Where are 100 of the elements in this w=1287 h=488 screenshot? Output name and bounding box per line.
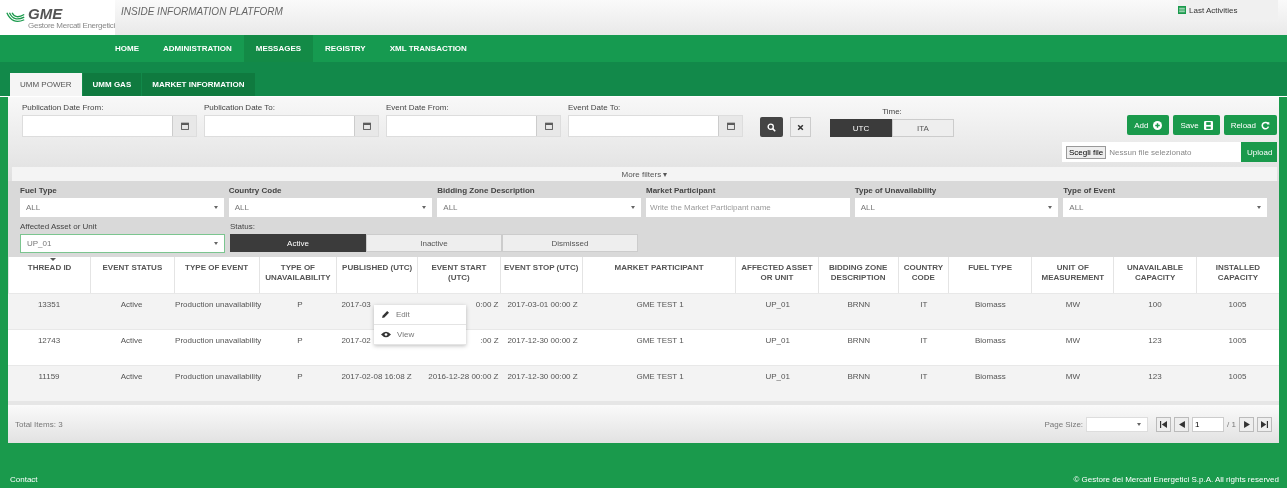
table-cell: GME TEST 1 (636, 336, 684, 345)
select-field[interactable]: ALL (228, 198, 433, 217)
column-header[interactable]: FUEL TYPE (968, 263, 1012, 273)
column-header[interactable]: UNIT OF MEASUREMENT (1034, 263, 1112, 283)
nav-item[interactable]: MESSAGES (243, 35, 314, 62)
action-button[interactable]: Save (1173, 115, 1220, 135)
last-page-button[interactable] (1257, 416, 1272, 432)
column-header[interactable]: TYPE OF EVENT (185, 263, 249, 273)
table-cell: 1005 (1228, 372, 1247, 381)
select-field[interactable]: UP_01 (20, 234, 225, 253)
date-field[interactable] (568, 115, 743, 137)
table-cell: P (297, 372, 303, 381)
caret-icon (422, 206, 427, 209)
previous-page-button[interactable] (1174, 416, 1190, 432)
table-cell: 2017-02-08 16:08 Z (341, 372, 412, 381)
table-cell: Active (120, 300, 143, 309)
last-page-icon (1261, 420, 1268, 428)
action-button[interactable]: Reload (1223, 115, 1277, 135)
status-option[interactable]: Dismissed (502, 234, 638, 252)
column-header[interactable]: THREAD ID (27, 263, 72, 273)
table-cell: IT (920, 300, 928, 309)
table-cell: GME TEST 1 (636, 300, 684, 309)
field-label: Affected Asset or Unit (20, 222, 98, 231)
column-header[interactable]: BIDDING ZONE DESCRIPTION (820, 263, 896, 283)
page-number-field[interactable]: 1 (1192, 416, 1225, 432)
table-cell: Active (120, 336, 143, 345)
status-option[interactable]: Active (230, 234, 366, 252)
choose-file-button[interactable]: Scegli file (1066, 145, 1107, 159)
right-triangle-icon (1243, 420, 1250, 428)
menu-item[interactable]: View (374, 325, 466, 345)
calendar-icon (362, 122, 371, 130)
date-field[interactable] (22, 115, 197, 137)
nav-item[interactable]: HOME (103, 35, 151, 62)
file-upload-field[interactable]: Scegli file Nessun file selezionato Upload (1062, 142, 1277, 162)
first-page-button[interactable] (1156, 416, 1172, 432)
calendar-button[interactable] (172, 116, 196, 136)
select-field[interactable]: ALL (20, 198, 224, 217)
refresh-icon (1261, 120, 1270, 130)
select-field[interactable]: ALL (1063, 198, 1267, 217)
calendar-button[interactable] (354, 116, 378, 136)
column-header[interactable]: MARKET PARTICIPANT (614, 263, 704, 273)
status-option[interactable]: Inactive (366, 234, 502, 252)
table-cell: 0:00 Z (475, 300, 499, 309)
table-cell: UP_01 (765, 300, 790, 309)
copyright-text: © Gestore dei Mercati Energetici S.p.A. All rights reserved (1073, 475, 1279, 484)
action-button[interactable]: Add (1127, 115, 1170, 135)
table-cell: 2017-03-01 00:00 Z (507, 300, 578, 309)
column-header[interactable]: PUBLISHED (UTC) (342, 263, 413, 273)
nav-item[interactable]: REGISTRY (313, 35, 378, 62)
tab[interactable]: UMM POWER (10, 73, 82, 96)
column-header[interactable]: COUNTRY CODE (900, 263, 946, 283)
list-icon (1178, 6, 1186, 14)
contact-link[interactable]: Contact (10, 475, 38, 484)
table-cell: :00 Z (480, 336, 499, 345)
caret-icon (213, 206, 218, 209)
more-filters-toggle[interactable]: More filters ▾ (12, 167, 1277, 181)
field-label: Type of Event (1063, 186, 1117, 195)
table-cell: 1005 (1228, 300, 1247, 309)
column-header[interactable]: INSTALLED CAPACITY (1198, 263, 1277, 283)
column-header[interactable]: AFFECTED ASSET OR UNIT (738, 263, 816, 283)
calendar-button[interactable] (536, 116, 560, 136)
date-field[interactable] (204, 115, 379, 137)
file-status: Nessun file selezionato (1109, 147, 1193, 157)
table-cell: 2017-12-30 00:00 Z (507, 372, 578, 381)
upload-button[interactable]: Upload (1241, 142, 1277, 162)
caret-icon (1048, 206, 1053, 209)
time-option[interactable]: ITA (892, 119, 954, 137)
app-title: INSIDE INFORMATION PLATFORM (121, 6, 283, 17)
select-field[interactable]: ALL (437, 198, 641, 217)
table-cell: 123 (1148, 336, 1162, 345)
menu-item[interactable]: Edit (374, 305, 466, 325)
table-cell: IT (920, 372, 928, 381)
next-page-button[interactable] (1239, 416, 1254, 432)
text-field[interactable]: Write the Market Participant name (646, 198, 850, 217)
logo-subtitle: Gestore Mercati Energetici (28, 20, 115, 30)
time-option[interactable]: UTC (830, 119, 892, 137)
nav-item[interactable]: XML TRANSACTION (377, 35, 479, 62)
table-cell: 2016-12-28 00:00 Z (428, 372, 499, 381)
date-field[interactable] (386, 115, 561, 137)
clear-button[interactable] (790, 117, 811, 137)
select-field[interactable]: ALL (854, 198, 1059, 217)
eye-icon (381, 331, 391, 338)
column-header[interactable]: EVENT START (UTC) (420, 263, 498, 283)
table-cell: Production unavailability (175, 300, 262, 309)
column-header[interactable]: EVENT STOP (UTC) (503, 263, 579, 273)
page-count: / 1 (1227, 419, 1236, 429)
table-cell: Production unavailability (175, 336, 262, 345)
tab[interactable]: MARKET INFORMATION (142, 73, 255, 96)
search-button[interactable] (760, 117, 783, 137)
column-header[interactable]: TYPE OF UNAVAILABILITY (261, 263, 335, 283)
nav-item[interactable]: ADMINISTRATION (151, 35, 244, 62)
page-size-label: Page Size: (1044, 419, 1084, 429)
column-header[interactable]: EVENT STATUS (102, 263, 163, 273)
table-cell: 12743 (37, 336, 61, 345)
calendar-icon (180, 122, 189, 130)
calendar-button[interactable] (718, 116, 742, 136)
tab[interactable]: UMM GAS (82, 73, 142, 96)
field-label: Status: (230, 222, 256, 231)
column-header[interactable]: UNAVAILABLE CAPACITY (1116, 263, 1194, 283)
field-label: Bidding Zone Description (437, 186, 536, 195)
